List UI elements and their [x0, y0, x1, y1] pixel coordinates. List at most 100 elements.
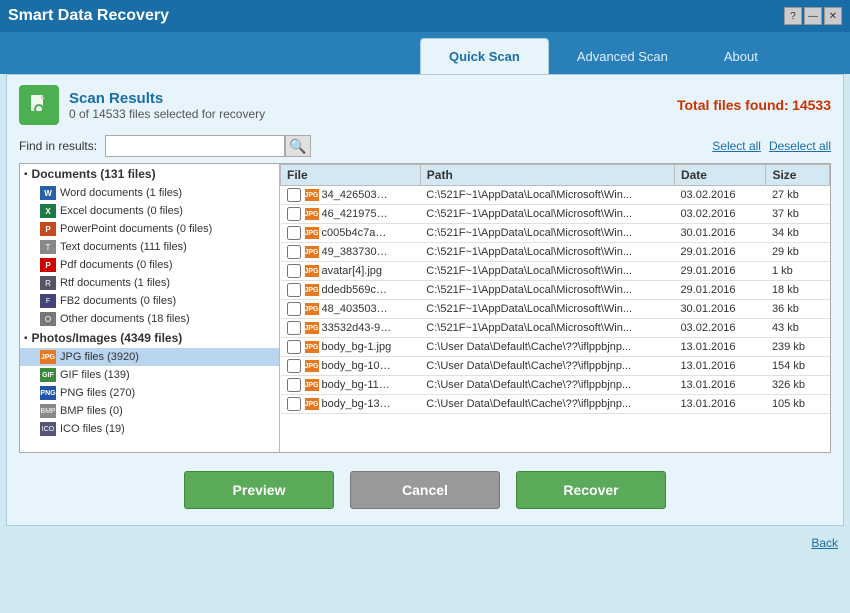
file-size: 34 kb [766, 224, 830, 243]
select-all-link[interactable]: Select all [712, 139, 761, 153]
file-name: avatar[4].jpg [322, 265, 383, 277]
table-row[interactable]: JPG body_bg-10.j... C:\User Data\Default… [281, 357, 830, 376]
file-type-icon: JPG [305, 322, 319, 334]
bmp-icon: BMP [40, 404, 56, 418]
file-list[interactable]: File Path Date Size JPG 34_426503Writ...… [280, 164, 830, 452]
row-checkbox[interactable] [287, 321, 301, 335]
back-link[interactable]: Back [811, 536, 838, 550]
row-checkbox[interactable] [287, 207, 301, 221]
table-row[interactable]: JPG 46_421975My... C:\521F~1\AppData\Loc… [281, 205, 830, 224]
table-row[interactable]: JPG 49_383730Deal... C:\521F~1\AppData\L… [281, 243, 830, 262]
close-button[interactable]: ✕ [824, 7, 842, 25]
row-checkbox[interactable] [287, 378, 301, 392]
tab-quick-scan[interactable]: Quick Scan [420, 38, 549, 74]
row-checkbox[interactable] [287, 359, 301, 373]
tree-item-gif[interactable]: GIF GIF files (139) [20, 366, 279, 384]
tree-item-ppt[interactable]: P PowerPoint documents (0 files) [20, 220, 279, 238]
row-checkbox[interactable] [287, 245, 301, 259]
tree-item-excel[interactable]: X Excel documents (0 files) [20, 202, 279, 220]
table-row[interactable]: JPG avatar[4].jpg C:\521F~1\AppData\Loca… [281, 262, 830, 281]
preview-button[interactable]: Preview [184, 471, 334, 509]
table-row[interactable]: JPG 48_403503Plac... C:\521F~1\AppData\L… [281, 300, 830, 319]
minimize-button[interactable]: — [804, 7, 822, 25]
select-links: Select all Deselect all [712, 139, 831, 153]
file-size: 18 kb [766, 281, 830, 300]
tab-bar: Quick Scan Advanced Scan About [0, 32, 850, 74]
file-size: 239 kb [766, 338, 830, 357]
file-size: 27 kb [766, 186, 830, 205]
file-size: 105 kb [766, 395, 830, 414]
find-input[interactable] [105, 135, 285, 157]
button-row: Preview Cancel Recover [19, 465, 831, 515]
row-checkbox[interactable] [287, 283, 301, 297]
tab-about[interactable]: About [696, 38, 786, 74]
find-search-button[interactable]: 🔍 [285, 135, 311, 157]
file-type-icon: JPG [305, 265, 319, 277]
file-cell: JPG body_bg-10.j... [281, 357, 421, 376]
row-checkbox[interactable] [287, 188, 301, 202]
ppt-icon: P [40, 222, 56, 236]
file-name: 33532d43-999... [322, 322, 392, 334]
expand-photos-icon: ▪ [24, 333, 28, 344]
tree-group-photos: ▪ Photos/Images (4349 files) JPG JPG fil… [20, 328, 279, 438]
tab-advanced-scan[interactable]: Advanced Scan [549, 38, 696, 74]
file-name: body_bg-1.jpg [322, 341, 392, 353]
tree-item-pdf[interactable]: P Pdf documents (0 files) [20, 256, 279, 274]
table-row[interactable]: JPG c005b4c7a541... C:\521F~1\AppData\Lo… [281, 224, 830, 243]
deselect-all-link[interactable]: Deselect all [769, 139, 831, 153]
tree-group-documents-header[interactable]: ▪ Documents (131 files) [20, 164, 279, 184]
file-cell: JPG 34_426503Writ... [281, 186, 421, 205]
jpg-icon: JPG [40, 350, 56, 364]
file-path: C:\521F~1\AppData\Local\Microsoft\Win... [420, 243, 674, 262]
file-type-icon: JPG [305, 360, 319, 372]
file-cell: JPG 46_421975My... [281, 205, 421, 224]
back-row: Back [0, 532, 850, 556]
table-row[interactable]: JPG 34_426503Writ... C:\521F~1\AppData\L… [281, 186, 830, 205]
file-date: 30.01.2016 [674, 224, 766, 243]
table-row[interactable]: JPG 33532d43-999... C:\521F~1\AppData\Lo… [281, 319, 830, 338]
tree-item-word[interactable]: W Word documents (1 files) [20, 184, 279, 202]
tree-item-fb2[interactable]: F FB2 documents (0 files) [20, 292, 279, 310]
file-type-icon: JPG [305, 284, 319, 296]
tree-item-jpg[interactable]: JPG JPG files (3920) [20, 348, 279, 366]
tree-item-rtf[interactable]: R Rtf documents (1 files) [20, 274, 279, 292]
row-checkbox[interactable] [287, 397, 301, 411]
help-button[interactable]: ? [784, 7, 802, 25]
file-name: body_bg-13.j... [322, 398, 392, 410]
file-date: 03.02.2016 [674, 186, 766, 205]
file-date: 29.01.2016 [674, 281, 766, 300]
file-size: 29 kb [766, 243, 830, 262]
file-type-icon: JPG [305, 227, 319, 239]
scan-results-text: Scan Results 0 of 14533 files selected f… [69, 90, 265, 121]
row-checkbox[interactable] [287, 226, 301, 240]
table-row[interactable]: JPG body_bg-13.j... C:\User Data\Default… [281, 395, 830, 414]
find-row: Find in results: 🔍 Select all Deselect a… [19, 135, 831, 157]
cancel-button[interactable]: Cancel [350, 471, 500, 509]
row-checkbox[interactable] [287, 340, 301, 354]
tree-item-other-docs[interactable]: O Other documents (18 files) [20, 310, 279, 328]
file-path: C:\User Data\Default\Cache\??\iflppbjnp.… [420, 376, 674, 395]
scan-results-subtitle: 0 of 14533 files selected for recovery [69, 107, 265, 121]
tree-item-png[interactable]: PNG PNG files (270) [20, 384, 279, 402]
table-row[interactable]: JPG body_bg-11.j... C:\User Data\Default… [281, 376, 830, 395]
table-row[interactable]: JPG body_bg-1.jpg C:\User Data\Default\C… [281, 338, 830, 357]
col-header-size: Size [766, 165, 830, 186]
pdf-icon: P [40, 258, 56, 272]
scan-results-title: Scan Results [69, 90, 265, 107]
row-checkbox[interactable] [287, 264, 301, 278]
tree-item-ico[interactable]: ICO ICO files (19) [20, 420, 279, 438]
tree-item-bmp[interactable]: BMP BMP files (0) [20, 402, 279, 420]
file-cell: JPG avatar[4].jpg [281, 262, 421, 281]
table-row[interactable]: JPG ddedb569ca3... C:\521F~1\AppData\Loc… [281, 281, 830, 300]
tree-group-photos-header[interactable]: ▪ Photos/Images (4349 files) [20, 328, 279, 348]
file-name: ddedb569ca3... [322, 284, 392, 296]
total-count: 14533 [792, 97, 831, 113]
word-icon: W [40, 186, 56, 200]
tree-item-txt[interactable]: T Text documents (111 files) [20, 238, 279, 256]
file-cell: JPG body_bg-1.jpg [281, 338, 421, 357]
row-checkbox[interactable] [287, 302, 301, 316]
fb2-icon: F [40, 294, 56, 308]
scan-icon [19, 85, 59, 125]
ico-icon: ICO [40, 422, 56, 436]
recover-button[interactable]: Recover [516, 471, 666, 509]
